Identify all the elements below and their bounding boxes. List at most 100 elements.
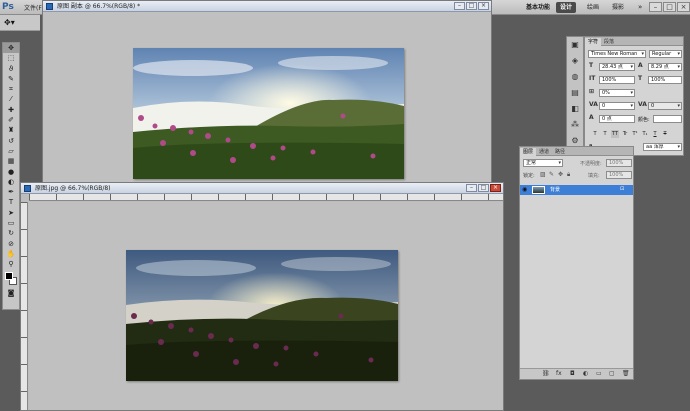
font-size-field[interactable]: 28.43 点 ▾ bbox=[599, 63, 635, 71]
workspace-more-button[interactable]: » bbox=[634, 2, 646, 13]
tracking-icon: VA bbox=[638, 101, 647, 108]
tab-channels[interactable]: 通道 bbox=[536, 148, 552, 156]
link-icon[interactable]: ⛓ bbox=[542, 370, 550, 377]
canvas-area[interactable] bbox=[43, 12, 491, 185]
eraser-tool-icon[interactable]: ▱ bbox=[3, 146, 19, 156]
lock-transparency-icon[interactable]: ▨ bbox=[540, 171, 546, 178]
brush-tool-icon[interactable]: ✐ bbox=[3, 115, 19, 125]
horizontal-ruler[interactable] bbox=[29, 194, 503, 201]
shape-tool-icon[interactable]: ▭ bbox=[3, 218, 19, 228]
move-tool-preset-icon[interactable]: ✥▾ bbox=[4, 18, 15, 27]
dodge-tool-icon[interactable]: ◐ bbox=[3, 177, 19, 187]
document-titlebar[interactable]: 原图.jpg @ 66.7%(RGB/8) – □ × bbox=[21, 183, 503, 194]
underline-button[interactable]: T bbox=[651, 130, 659, 138]
maximize-button[interactable]: □ bbox=[663, 2, 676, 12]
new-layer-icon[interactable]: ▢ bbox=[609, 370, 615, 377]
group-icon[interactable]: ▭ bbox=[596, 370, 602, 377]
pen-tool-icon[interactable]: ✒ bbox=[3, 187, 19, 197]
history-icon[interactable]: ▣ bbox=[567, 37, 583, 53]
history-brush-tool-icon[interactable]: ↺ bbox=[3, 136, 19, 146]
landscape-photo[interactable] bbox=[133, 48, 404, 179]
blend-mode-select[interactable]: 正常 ▾ bbox=[523, 159, 563, 167]
clone-stamp-tool-icon[interactable]: ♜ bbox=[3, 125, 19, 135]
chevron-down-icon: ▾ bbox=[677, 103, 680, 109]
trash-icon[interactable]: 🗑︎ bbox=[622, 370, 630, 377]
eyedropper-tool-icon[interactable]: ⁄ bbox=[3, 94, 19, 104]
leading-field[interactable]: 8.29 点 ▾ bbox=[648, 63, 682, 71]
layer-row-background[interactable]: ◉ 背景 ⊡ bbox=[520, 185, 633, 195]
vertical-ruler[interactable] bbox=[21, 202, 28, 410]
subscript-button[interactable]: T₁ bbox=[641, 130, 649, 138]
strikethrough-button[interactable]: T bbox=[661, 130, 669, 138]
tsume-field[interactable]: 0% ▾ bbox=[599, 89, 635, 97]
lock-pixels-icon[interactable]: ✎ bbox=[549, 171, 554, 178]
doc-minimize-button[interactable]: – bbox=[466, 184, 477, 192]
mask-icon[interactable]: ◘ bbox=[570, 370, 575, 377]
lock-all-icon[interactable]: 🔒︎ bbox=[567, 171, 570, 179]
lock-position-icon[interactable]: ✥ bbox=[558, 171, 563, 178]
faux-italic-button[interactable]: T bbox=[601, 130, 609, 138]
opacity-field[interactable]: 100% bbox=[606, 159, 632, 167]
workspace-design[interactable]: 设计 bbox=[556, 2, 577, 13]
horizontal-scale-field[interactable]: 100% bbox=[648, 76, 682, 84]
zoom-tool-icon[interactable]: ⚲ bbox=[3, 259, 19, 269]
fx-icon[interactable]: fx bbox=[556, 370, 562, 377]
move-tool-icon[interactable]: ✥ bbox=[3, 43, 19, 54]
baseline-shift-field[interactable]: 0 点 bbox=[599, 115, 635, 123]
tab-paths[interactable]: 路径 bbox=[552, 148, 568, 156]
marquee-tool-icon[interactable]: ⬚ bbox=[3, 53, 19, 63]
type-tool-icon[interactable]: T bbox=[3, 197, 19, 207]
vertical-scale-field[interactable]: 100% bbox=[599, 76, 635, 84]
blur-tool-icon[interactable]: ● bbox=[3, 167, 19, 177]
hand-tool-icon[interactable]: ✋ bbox=[3, 249, 19, 259]
all-caps-button[interactable]: TT bbox=[611, 130, 619, 138]
text-color-swatch[interactable] bbox=[653, 115, 682, 123]
landscape-photo[interactable] bbox=[126, 250, 398, 381]
close-button[interactable]: × bbox=[677, 2, 690, 12]
adjustment-icon[interactable]: ◐ bbox=[583, 370, 588, 377]
lasso-tool-icon[interactable]: ϑ bbox=[3, 64, 19, 74]
crop-tool-icon[interactable]: ⌗ bbox=[3, 84, 19, 94]
document-window-original[interactable]: 原图.jpg @ 66.7%(RGB/8) – □ × bbox=[20, 182, 504, 411]
canvas-area[interactable] bbox=[29, 202, 503, 410]
doc-maximize-button[interactable]: □ bbox=[478, 184, 489, 192]
gradient-tool-icon[interactable]: ▦ bbox=[3, 156, 19, 166]
visibility-eye-icon[interactable]: ◉ bbox=[522, 186, 527, 193]
brushes-icon[interactable]: ⁂ bbox=[567, 117, 583, 133]
font-style-select[interactable]: Regular ▾ bbox=[649, 50, 682, 58]
document-titlebar[interactable]: 原图 副本 @ 66.7%(RGB/8) * – □ × bbox=[43, 1, 491, 12]
anti-alias-select[interactable]: aa 浑厚 ▾ bbox=[643, 143, 682, 151]
superscript-button[interactable]: T¹ bbox=[631, 130, 639, 138]
path-select-tool-icon[interactable]: ➤ bbox=[3, 208, 19, 218]
document-window-copy[interactable]: 原图 副本 @ 66.7%(RGB/8) * – □ × bbox=[42, 0, 492, 186]
doc-close-button[interactable]: × bbox=[478, 2, 489, 10]
small-caps-button[interactable]: Tr bbox=[621, 130, 629, 138]
3d-orbit-tool-icon[interactable]: ⊘ bbox=[3, 239, 19, 249]
quick-mask-icon[interactable]: ◙ bbox=[3, 288, 19, 298]
faux-bold-button[interactable]: T bbox=[591, 130, 599, 138]
color-swatches[interactable] bbox=[3, 270, 19, 288]
doc-minimize-button[interactable]: – bbox=[454, 2, 465, 10]
font-family-select[interactable]: Times New Roman ▾ bbox=[588, 50, 646, 58]
doc-close-button[interactable]: × bbox=[490, 184, 501, 192]
tab-paragraph[interactable]: 段落 bbox=[601, 38, 617, 46]
3d-rotate-tool-icon[interactable]: ↻ bbox=[3, 228, 19, 238]
tracking-field[interactable]: 0 ▾ bbox=[648, 102, 682, 110]
doc-maximize-button[interactable]: □ bbox=[466, 2, 477, 10]
quick-select-tool-icon[interactable]: ✎ bbox=[3, 74, 19, 84]
color-icon[interactable]: ◍ bbox=[567, 69, 583, 85]
swatches-icon[interactable]: ▤ bbox=[567, 85, 583, 101]
workspace-essentials[interactable]: 基本功能 bbox=[522, 2, 554, 13]
kerning-field[interactable]: 0 ▾ bbox=[599, 102, 635, 110]
vertical-scale-icon: IT bbox=[589, 75, 596, 82]
tab-layers[interactable]: 图层 bbox=[520, 148, 537, 156]
healing-tool-icon[interactable]: ✚ bbox=[3, 105, 19, 115]
tab-character[interactable]: 字符 bbox=[585, 38, 602, 46]
workspace-photography[interactable]: 摄影 bbox=[608, 2, 628, 13]
foreground-color-swatch[interactable] bbox=[5, 271, 13, 280]
navigator-icon[interactable]: ◈ bbox=[567, 53, 583, 69]
workspace-painting[interactable]: 绘画 bbox=[583, 2, 603, 13]
fill-field[interactable]: 100% bbox=[606, 171, 632, 179]
minimize-button[interactable]: – bbox=[649, 2, 662, 12]
styles-icon[interactable]: ◧ bbox=[567, 101, 583, 117]
